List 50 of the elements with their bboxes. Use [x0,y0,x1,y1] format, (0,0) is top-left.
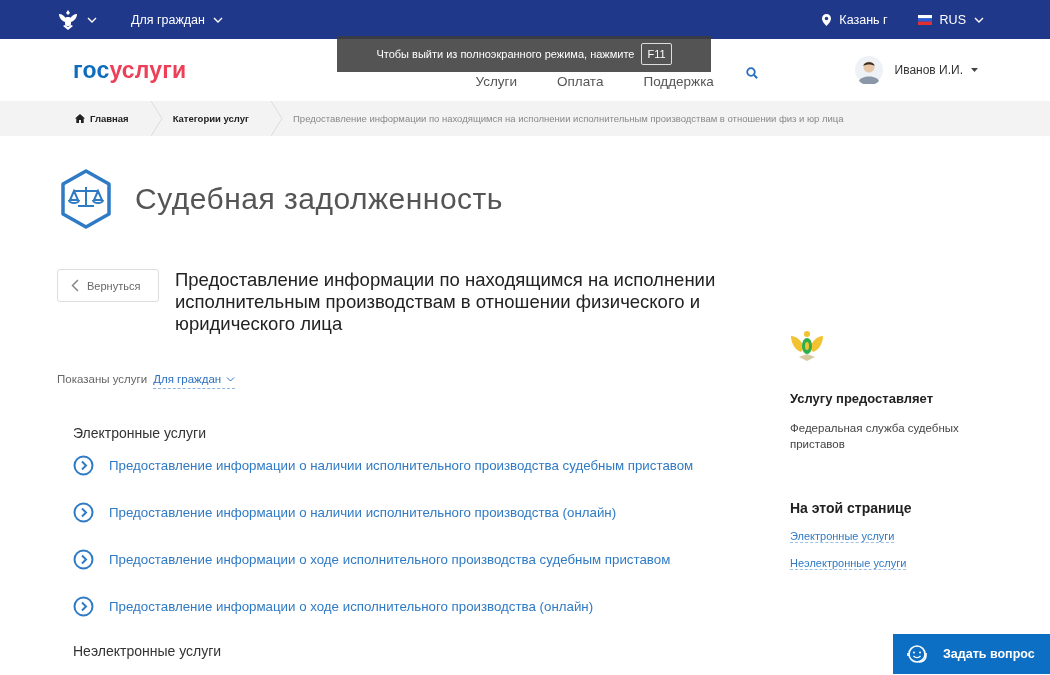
nav-link[interactable]: Поддержка [643,73,714,89]
provider-name: Федеральная служба судебных приставов [790,421,960,452]
back-button[interactable]: Вернуться [57,269,159,302]
toc-heading: На этой странице [790,500,913,516]
service-link[interactable]: Предоставление информации о ходе исполнительного производства (онлайн) [109,598,594,614]
site-logo[interactable]: госуслуги [73,56,187,84]
ask-question-button[interactable]: Задать вопрос [893,634,1050,674]
language-dropdown[interactable]: RUS [917,12,984,27]
service-link[interactable]: Предоставление информации о наличии исполнительного производства судебным приставом [109,457,694,473]
breadcrumb-separator [150,101,163,136]
provider-heading: Услугу предоставляет [790,391,935,406]
key-hint: F11 [641,43,672,65]
chevron-down-icon [974,16,984,23]
avatar [854,56,883,84]
chevron-circle-icon [73,454,94,476]
location-pin-icon [822,13,832,26]
nav-link[interactable]: Оплата [556,73,604,89]
chevron-down-icon [213,16,223,23]
breadcrumb-current: Предоставление информации по находящимся на исполнении исполнительным производствам в отношении физ и юр лица [293,112,845,126]
emblem-icon [790,330,824,362]
nav-link[interactable]: Услуги [475,73,517,89]
caret-icon [971,68,978,72]
page-title: Судебная задолженность [135,182,503,216]
chevron-down-icon [87,16,97,23]
chevron-down-icon [226,376,236,382]
section-heading: Неэлектронные услуги [73,643,223,659]
user-menu[interactable]: Иванов И.И. [894,63,978,77]
toc-link[interactable]: Электронные услуги [790,530,895,543]
notice-text: Чтобы выйти из полноэкранного режима, нажмите [376,48,635,60]
chevron-circle-icon [73,548,94,570]
audience-dropdown[interactable]: Для граждан [131,12,223,27]
filter-label: Показаны услуги [57,373,148,385]
breadcrumb-link[interactable]: Главная [75,101,151,136]
service-link[interactable]: Предоставление информации о ходе исполнительного производства судебным приставом [109,551,671,567]
audience-filter[interactable]: Для граждан [153,373,236,389]
flag-icon [917,14,932,25]
service-link[interactable]: Предоставление информации о наличии исполнительного производства (онлайн) [109,504,617,520]
toc-link[interactable]: Неэлектронные услуги [790,557,907,570]
chevron-circle-icon [73,595,94,617]
breadcrumb-label: Главная [90,113,129,124]
search-icon[interactable] [745,67,758,79]
breadcrumb-link[interactable]: Категории услуг [172,101,271,136]
home-icon [75,114,85,123]
chevron-left-icon [71,279,79,292]
chevron-circle-icon [73,501,94,523]
section-heading: Электронные услуги [73,425,207,441]
support-agent-icon [905,643,929,665]
service-title: Предоставление информации по находящимся на исполнении исполнительным производствам в отношении физического и юридического лица [175,269,717,335]
location-link[interactable]: Казань г [822,12,888,27]
breadcrumb-separator [271,101,283,136]
